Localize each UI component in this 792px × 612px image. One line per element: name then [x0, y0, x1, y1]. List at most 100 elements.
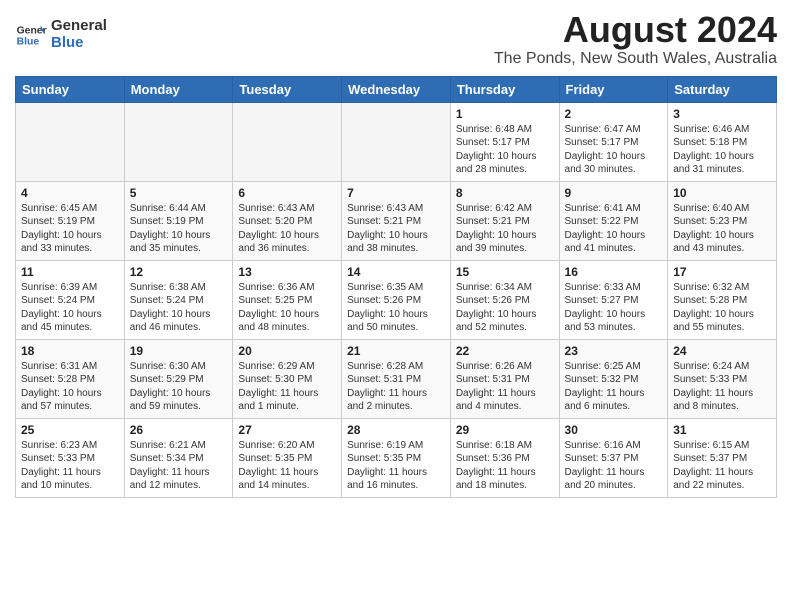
day-number: 7 — [347, 186, 445, 200]
day-info: Sunrise: 6:41 AM Sunset: 5:22 PM Dayligh… — [565, 202, 663, 256]
calendar-cell: 31Sunrise: 6:15 AM Sunset: 5:37 PM Dayli… — [668, 418, 777, 497]
day-info: Sunrise: 6:38 AM Sunset: 5:24 PM Dayligh… — [130, 281, 228, 335]
day-number: 19 — [130, 344, 228, 358]
calendar-cell: 4 Sunrise: 6:45 AM Sunset: 5:19 PM Daylig… — [16, 181, 125, 260]
calendar-cell: 7 Sunrise: 6:43 AM Sunset: 5:21 PM Daylig… — [342, 181, 451, 260]
day-number: 28 — [347, 423, 445, 437]
calendar-cell: 28 Sunrise: 6:19 AM Sunset: 5:35 PM Dayli… — [342, 418, 451, 497]
day-info: Sunrise: 6:23 AM Sunset: 5:33 PM Dayligh… — [21, 439, 119, 493]
calendar-cell: 24 Sunrise: 6:24 AM Sunset: 5:33 PM Dayli… — [668, 339, 777, 418]
day-info: Sunrise: 6:32 AM Sunset: 5:28 PM Dayligh… — [673, 281, 771, 335]
weekday-header-saturday: Saturday — [668, 76, 777, 102]
day-number: 16 — [565, 265, 663, 279]
day-info: Sunrise: 6:42 AM Sunset: 5:21 PM Dayligh… — [456, 202, 554, 256]
day-info: Sunrise: 6:43 AM Sunset: 5:21 PM Dayligh… — [347, 202, 445, 256]
day-number: 4 — [21, 186, 119, 200]
day-info: Sunrise: 6:46 AM Sunset: 5:18 PM Dayligh… — [673, 123, 771, 177]
logo-icon: General Blue — [15, 19, 47, 51]
day-info: Sunrise: 6:19 AM Sunset: 5:35 PM Dayligh… — [347, 439, 445, 493]
day-number: 20 — [238, 344, 336, 358]
weekday-header-thursday: Thursday — [450, 76, 559, 102]
day-info: Sunrise: 6:36 AM Sunset: 5:25 PM Dayligh… — [238, 281, 336, 335]
calendar-cell: 1 Sunrise: 6:48 AM Sunset: 5:17 PM Daylig… — [450, 102, 559, 181]
day-number: 10 — [673, 186, 771, 200]
day-number: 12 — [130, 265, 228, 279]
calendar: SundayMondayTuesdayWednesdayThursdayFrid… — [15, 76, 777, 498]
calendar-cell: 8 Sunrise: 6:42 AM Sunset: 5:21 PM Daylig… — [450, 181, 559, 260]
calendar-cell — [124, 102, 233, 181]
calendar-cell: 14 Sunrise: 6:35 AM Sunset: 5:26 PM Dayli… — [342, 260, 451, 339]
day-info: Sunrise: 6:35 AM Sunset: 5:26 PM Dayligh… — [347, 281, 445, 335]
day-info: Sunrise: 6:39 AM Sunset: 5:24 PM Dayligh… — [21, 281, 119, 335]
day-number: 24 — [673, 344, 771, 358]
day-number: 23 — [565, 344, 663, 358]
day-info: Sunrise: 6:29 AM Sunset: 5:30 PM Dayligh… — [238, 360, 336, 414]
svg-text:Blue: Blue — [17, 36, 40, 47]
week-row-3: 11 Sunrise: 6:39 AM Sunset: 5:24 PM Dayli… — [16, 260, 777, 339]
day-info: Sunrise: 6:24 AM Sunset: 5:33 PM Dayligh… — [673, 360, 771, 414]
day-info: Sunrise: 6:48 AM Sunset: 5:17 PM Dayligh… — [456, 123, 554, 177]
day-number: 2 — [565, 107, 663, 121]
day-info: Sunrise: 6:40 AM Sunset: 5:23 PM Dayligh… — [673, 202, 771, 256]
calendar-cell: 10 Sunrise: 6:40 AM Sunset: 5:23 PM Dayli… — [668, 181, 777, 260]
header: General Blue General Blue August 2024 Th… — [15, 10, 777, 68]
day-info: Sunrise: 6:33 AM Sunset: 5:27 PM Dayligh… — [565, 281, 663, 335]
weekday-header-wednesday: Wednesday — [342, 76, 451, 102]
day-info: Sunrise: 6:18 AM Sunset: 5:36 PM Dayligh… — [456, 439, 554, 493]
day-number: 1 — [456, 107, 554, 121]
day-number: 18 — [21, 344, 119, 358]
calendar-cell: 13 Sunrise: 6:36 AM Sunset: 5:25 PM Dayli… — [233, 260, 342, 339]
logo: General Blue General Blue — [15, 18, 107, 51]
weekday-header-monday: Monday — [124, 76, 233, 102]
day-number: 26 — [130, 423, 228, 437]
week-row-1: 1 Sunrise: 6:48 AM Sunset: 5:17 PM Daylig… — [16, 102, 777, 181]
calendar-cell: 11 Sunrise: 6:39 AM Sunset: 5:24 PM Dayli… — [16, 260, 125, 339]
calendar-cell: 29 Sunrise: 6:18 AM Sunset: 5:36 PM Dayli… — [450, 418, 559, 497]
calendar-cell: 20 Sunrise: 6:29 AM Sunset: 5:30 PM Dayli… — [233, 339, 342, 418]
weekday-header-friday: Friday — [559, 76, 668, 102]
calendar-cell — [233, 102, 342, 181]
calendar-cell: 27Sunrise: 6:20 AM Sunset: 5:35 PM Dayli… — [233, 418, 342, 497]
calendar-cell: 19 Sunrise: 6:30 AM Sunset: 5:29 PM Dayli… — [124, 339, 233, 418]
day-info: Sunrise: 6:47 AM Sunset: 5:17 PM Dayligh… — [565, 123, 663, 177]
day-info: Sunrise: 6:31 AM Sunset: 5:28 PM Dayligh… — [21, 360, 119, 414]
calendar-cell: 21 Sunrise: 6:28 AM Sunset: 5:31 PM Dayli… — [342, 339, 451, 418]
week-row-4: 18 Sunrise: 6:31 AM Sunset: 5:28 PM Dayli… — [16, 339, 777, 418]
day-number: 8 — [456, 186, 554, 200]
day-number: 17 — [673, 265, 771, 279]
day-number: 29 — [456, 423, 554, 437]
day-number: 14 — [347, 265, 445, 279]
calendar-cell: 26 Sunrise: 6:21 AM Sunset: 5:34 PM Dayli… — [124, 418, 233, 497]
day-number: 30 — [565, 423, 663, 437]
day-info: Sunrise: 6:30 AM Sunset: 5:29 PM Dayligh… — [130, 360, 228, 414]
day-info: Sunrise: 6:16 AM Sunset: 5:37 PM Dayligh… — [565, 439, 663, 493]
calendar-cell: 12 Sunrise: 6:38 AM Sunset: 5:24 PM Dayli… — [124, 260, 233, 339]
day-info: Sunrise: 6:15 AM Sunset: 5:37 PM Dayligh… — [673, 439, 771, 493]
weekday-header-tuesday: Tuesday — [233, 76, 342, 102]
day-number: 21 — [347, 344, 445, 358]
calendar-cell: 30 Sunrise: 6:16 AM Sunset: 5:37 PM Dayli… — [559, 418, 668, 497]
day-number: 27 — [238, 423, 336, 437]
day-number: 13 — [238, 265, 336, 279]
calendar-cell: 17 Sunrise: 6:32 AM Sunset: 5:28 PM Dayli… — [668, 260, 777, 339]
week-row-2: 4 Sunrise: 6:45 AM Sunset: 5:19 PM Daylig… — [16, 181, 777, 260]
weekday-header-row: SundayMondayTuesdayWednesdayThursdayFrid… — [16, 76, 777, 102]
calendar-cell: 15Sunrise: 6:34 AM Sunset: 5:26 PM Dayli… — [450, 260, 559, 339]
day-number: 11 — [21, 265, 119, 279]
day-info: Sunrise: 6:44 AM Sunset: 5:19 PM Dayligh… — [130, 202, 228, 256]
subtitle: The Ponds, New South Wales, Australia — [494, 50, 777, 68]
day-number: 25 — [21, 423, 119, 437]
calendar-cell: 22Sunrise: 6:26 AM Sunset: 5:31 PM Dayli… — [450, 339, 559, 418]
day-info: Sunrise: 6:21 AM Sunset: 5:34 PM Dayligh… — [130, 439, 228, 493]
day-number: 6 — [238, 186, 336, 200]
main-title: August 2024 — [494, 10, 777, 50]
day-number: 9 — [565, 186, 663, 200]
calendar-cell: 18 Sunrise: 6:31 AM Sunset: 5:28 PM Dayli… — [16, 339, 125, 418]
weekday-header-sunday: Sunday — [16, 76, 125, 102]
calendar-cell: 6Sunrise: 6:43 AM Sunset: 5:20 PM Daylig… — [233, 181, 342, 260]
day-number: 15 — [456, 265, 554, 279]
calendar-cell — [342, 102, 451, 181]
day-info: Sunrise: 6:28 AM Sunset: 5:31 PM Dayligh… — [347, 360, 445, 414]
logo-text: General — [51, 18, 107, 35]
day-info: Sunrise: 6:45 AM Sunset: 5:19 PM Dayligh… — [21, 202, 119, 256]
